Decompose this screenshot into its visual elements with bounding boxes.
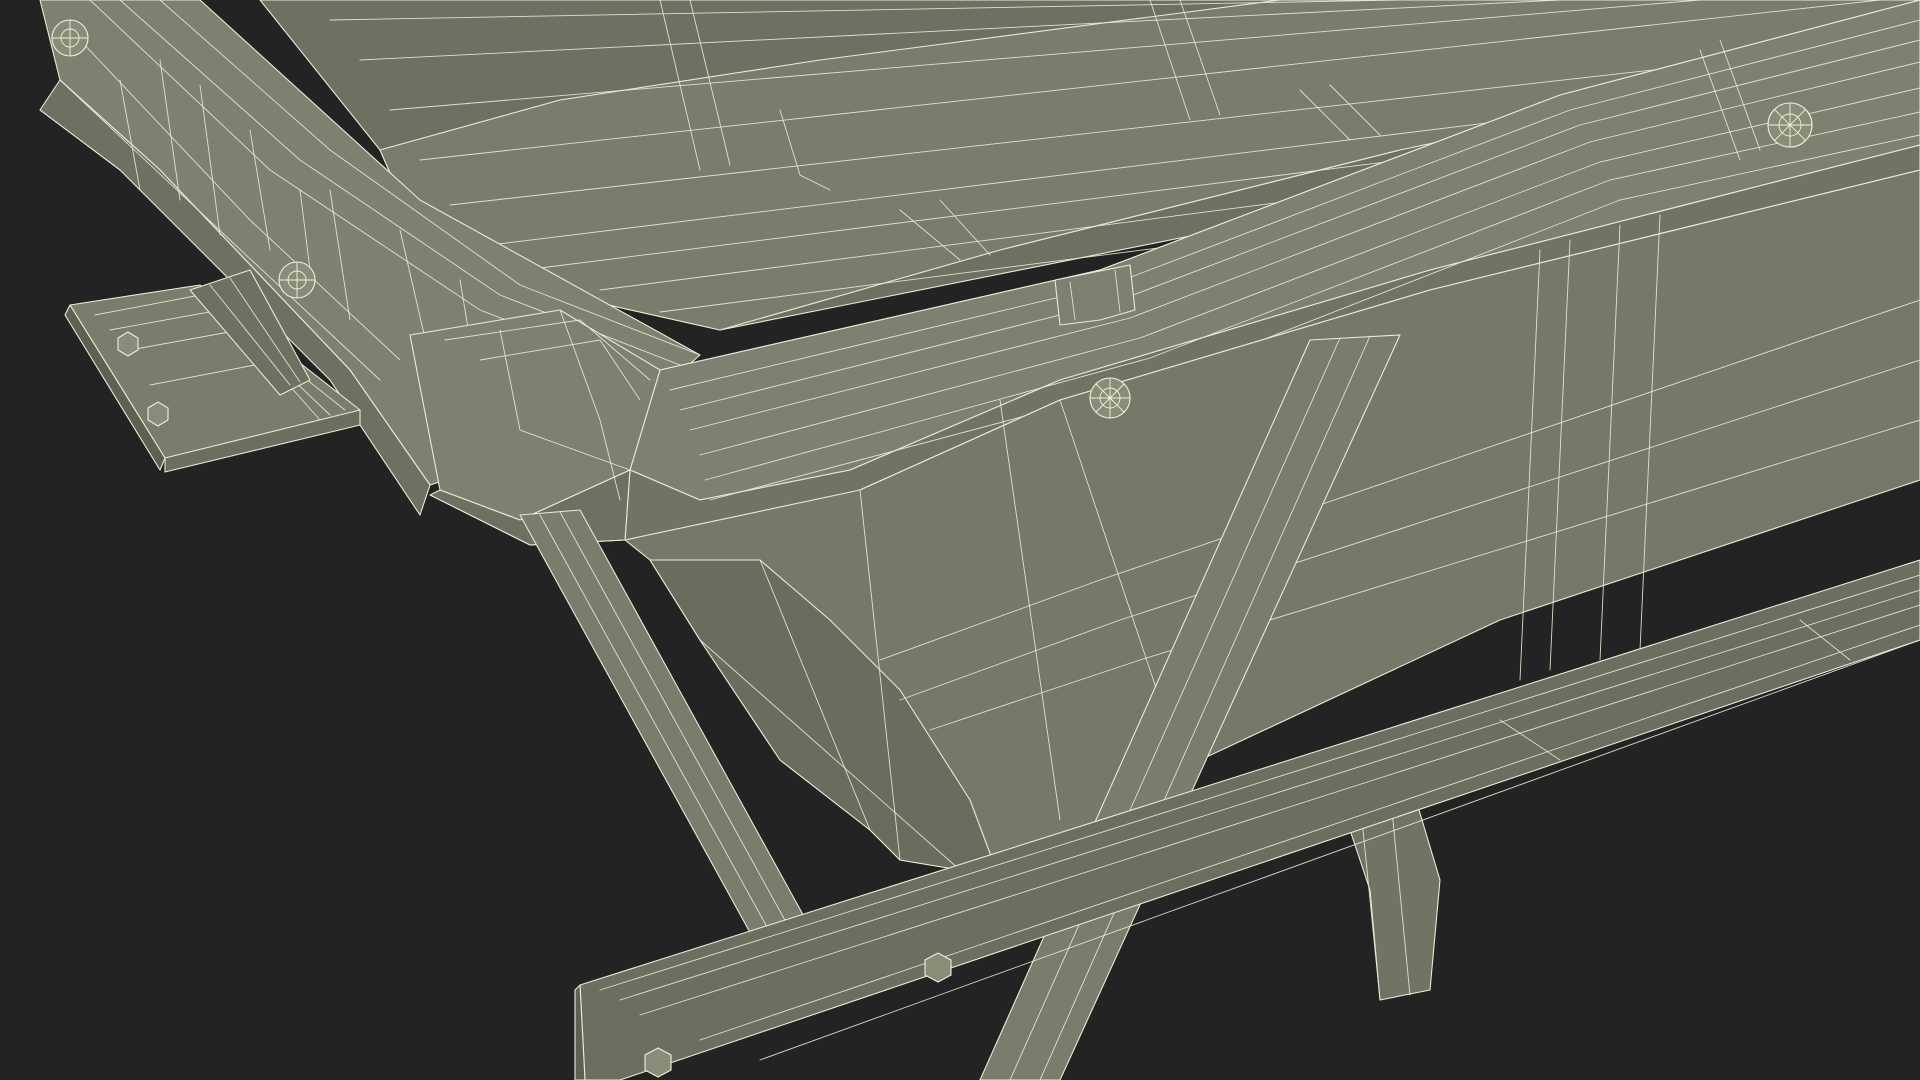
hex-nut <box>924 952 952 983</box>
bolt-fastener <box>278 261 316 299</box>
bolt-fastener <box>1767 102 1813 148</box>
hex-nut <box>644 1047 672 1078</box>
wireframe-render <box>39 0 1920 1080</box>
bolt-fastener <box>1089 377 1131 419</box>
hex-nut <box>117 331 139 357</box>
render-viewport <box>0 0 1920 1080</box>
bolt-fastener <box>51 19 89 57</box>
hex-nut <box>147 401 169 427</box>
